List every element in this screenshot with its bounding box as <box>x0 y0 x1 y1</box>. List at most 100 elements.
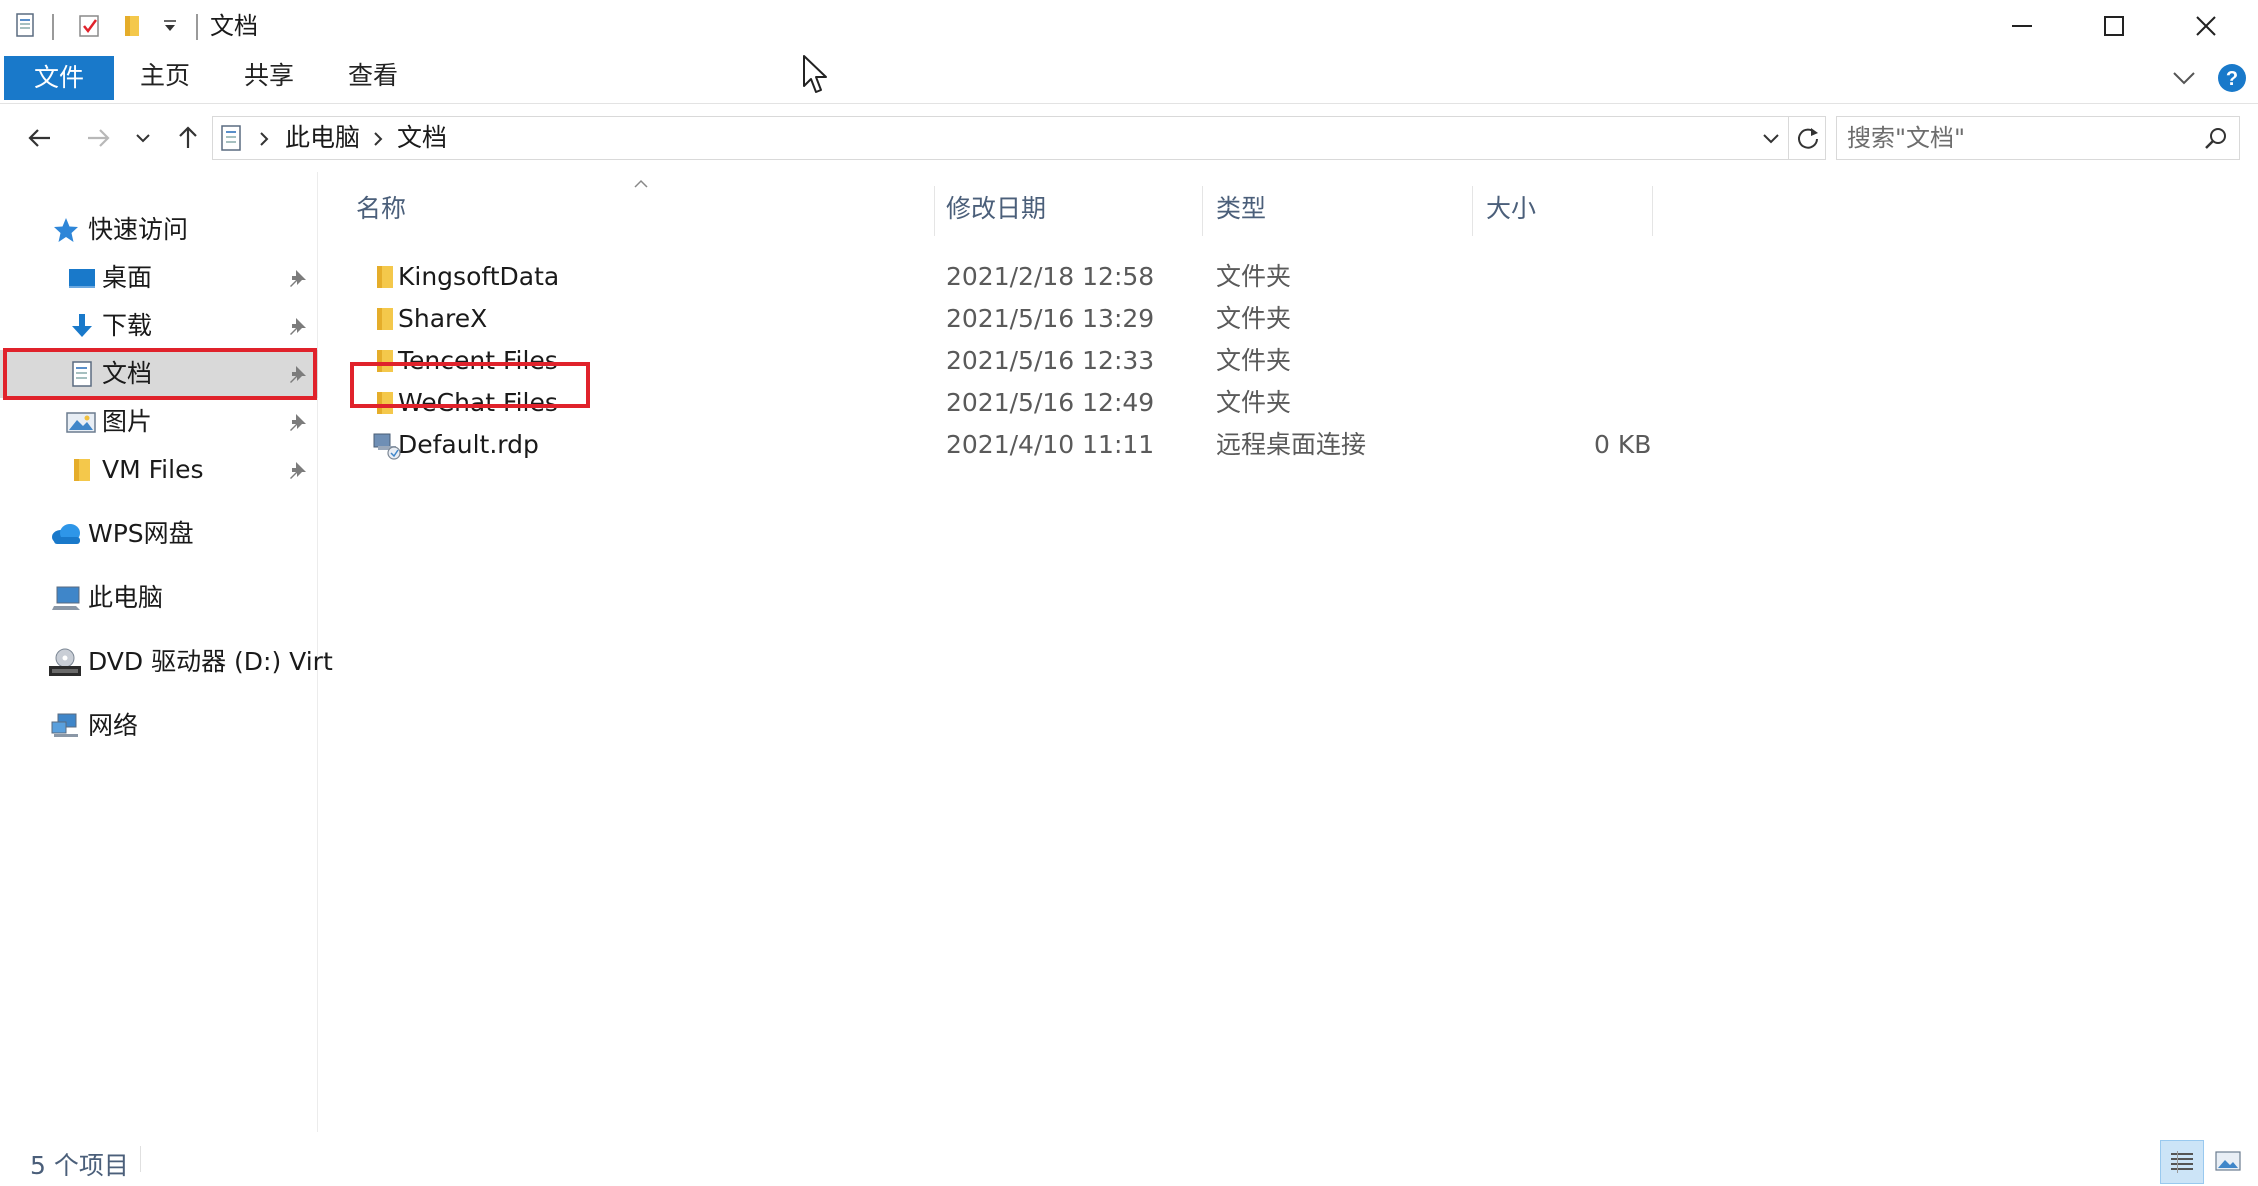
file-modified: 2021/5/16 12:33 <box>946 346 1155 375</box>
new-folder-icon[interactable] <box>120 12 148 40</box>
column-header-size[interactable]: 大小 <box>1486 182 1536 236</box>
title-bar: 文档 <box>0 0 2258 52</box>
pin-icon[interactable] <box>288 412 308 432</box>
sidebar-item-network[interactable]: 网络 <box>0 702 318 750</box>
search-box[interactable] <box>1836 116 2240 160</box>
file-name[interactable]: ShareX <box>398 298 487 340</box>
folder-icon <box>68 456 96 484</box>
sidebar-item-label: 网络 <box>88 711 139 740</box>
breadcrumb-this-pc[interactable]: 此电脑 <box>285 117 360 159</box>
arrow-up-icon <box>179 126 197 148</box>
column-header-name[interactable]: 名称 <box>356 182 406 236</box>
sidebar-item-pictures[interactable]: 图片 <box>0 398 318 446</box>
file-type: 文件夹 <box>1216 304 1292 333</box>
arrow-right-icon <box>88 129 110 147</box>
sidebar-item-label: WPS网盘 <box>88 519 194 548</box>
column-divider[interactable] <box>1472 186 1473 236</box>
sort-ascending-chevron-icon <box>632 174 650 193</box>
help-icon[interactable]: ? <box>2216 62 2248 98</box>
column-header-modified[interactable]: 修改日期 <box>946 182 1046 236</box>
sidebar-item-label: 桌面 <box>102 263 153 292</box>
sidebar-item-label: 快速访问 <box>88 215 189 244</box>
recent-locations-button[interactable] <box>128 118 158 158</box>
document-properties-icon[interactable] <box>12 12 40 40</box>
minimize-button[interactable] <box>1976 0 2068 52</box>
forward-button[interactable] <box>78 118 118 158</box>
file-size: 0 KB <box>1594 430 1652 459</box>
sidebar-item-label: DVD 驱动器 (D:) Virt <box>88 647 333 676</box>
properties-check-icon[interactable] <box>76 12 104 40</box>
details-view-button[interactable] <box>2160 1140 2204 1184</box>
table-row[interactable]: KingsoftData 2021/2/18 12:58 文件夹 <box>340 256 1980 298</box>
desktop-icon <box>68 264 96 292</box>
column-divider[interactable] <box>934 186 935 236</box>
sidebar-item-label: 此电脑 <box>88 583 164 612</box>
search-input[interactable] <box>1847 123 2177 153</box>
sidebar-item-desktop[interactable]: 桌面 <box>0 254 318 302</box>
tab-view[interactable]: 查看 <box>326 52 420 100</box>
address-row: 此电脑 文档 <box>0 104 2258 172</box>
tab-file[interactable]: 文件 <box>4 56 114 100</box>
window-title: 文档 <box>210 12 258 40</box>
dvd-drive-icon <box>48 648 82 676</box>
table-row[interactable]: Default.rdp 2021/4/10 11:11 远程桌面连接 0 KB <box>340 424 1980 466</box>
file-modified: 2021/2/18 12:58 <box>946 262 1155 291</box>
maximize-button[interactable] <box>2068 0 2160 52</box>
large-icons-view-button[interactable] <box>2206 1140 2250 1184</box>
pictures-icon <box>66 408 96 436</box>
pin-icon[interactable] <box>288 268 308 288</box>
tab-share[interactable]: 共享 <box>222 52 316 100</box>
search-icon[interactable] <box>2203 126 2229 156</box>
sidebar-item-downloads[interactable]: 下载 <box>0 302 318 350</box>
sidebar-item-dvd-drive[interactable]: DVD 驱动器 (D:) Virt <box>0 638 333 686</box>
file-type: 文件夹 <box>1216 346 1292 375</box>
expand-ribbon-chevron-icon[interactable] <box>2170 64 2198 96</box>
status-divider <box>140 1146 141 1172</box>
file-type: 远程桌面连接 <box>1216 430 1367 459</box>
file-modified: 2021/5/16 12:49 <box>946 388 1155 417</box>
large-icons-view-icon <box>2215 1151 2241 1171</box>
star-icon <box>52 216 80 244</box>
column-divider[interactable] <box>1202 186 1203 236</box>
chevron-down-icon <box>136 134 150 143</box>
highlight-box-wechat-files <box>350 362 590 408</box>
column-divider[interactable] <box>1652 186 1653 236</box>
address-history-chevron-down-icon[interactable] <box>1761 129 1781 153</box>
back-button[interactable] <box>20 118 60 158</box>
chevron-right-icon[interactable] <box>371 131 385 151</box>
breadcrumb-documents[interactable]: 文档 <box>397 117 447 159</box>
refresh-button[interactable] <box>1788 116 1826 160</box>
close-icon <box>2196 16 2216 36</box>
file-name[interactable]: Default.rdp <box>398 424 539 466</box>
highlight-box-documents <box>3 348 317 400</box>
file-modified: 2021/4/10 11:11 <box>946 430 1155 459</box>
tab-home[interactable]: 主页 <box>118 52 212 100</box>
ribbon-tabs: 文件 主页 共享 查看 ? <box>0 52 2258 104</box>
sidebar-item-quick-access[interactable]: 快速访问 <box>0 206 318 254</box>
customize-toolbar-dropdown-icon[interactable] <box>162 18 178 38</box>
download-icon <box>68 312 96 340</box>
table-row[interactable]: ShareX 2021/5/16 13:29 文件夹 <box>340 298 1980 340</box>
item-count: 5 个项目 <box>30 1151 129 1180</box>
column-header-type[interactable]: 类型 <box>1216 182 1266 236</box>
navigation-pane: 快速访问 桌面 下载 文档 图片 VM Files WPS网盘 此电脑 DVD … <box>0 172 333 1132</box>
sidebar-item-label: VM Files <box>102 455 204 484</box>
sidebar-item-label: 图片 <box>102 407 153 436</box>
file-list: 名称 修改日期 类型 大小 KingsoftData 2021/2/18 12:… <box>320 172 2258 1132</box>
file-name[interactable]: KingsoftData <box>398 256 559 298</box>
refresh-icon <box>1797 128 1818 149</box>
sidebar-item-wps-cloud[interactable]: WPS网盘 <box>0 510 318 558</box>
chevron-right-icon[interactable] <box>257 131 271 151</box>
pin-icon[interactable] <box>288 460 308 480</box>
pin-icon[interactable] <box>288 316 308 336</box>
minimize-icon <box>2012 25 2032 27</box>
sidebar-item-this-pc[interactable]: 此电脑 <box>0 574 318 622</box>
up-button[interactable] <box>168 118 208 158</box>
close-button[interactable] <box>2160 0 2252 52</box>
arrow-left-icon <box>28 129 50 147</box>
file-modified: 2021/5/16 13:29 <box>946 304 1155 333</box>
file-type: 文件夹 <box>1216 262 1292 291</box>
details-view-icon <box>2171 1151 2193 1173</box>
address-bar[interactable]: 此电脑 文档 <box>212 116 1826 160</box>
sidebar-item-vm-files[interactable]: VM Files <box>0 446 318 494</box>
